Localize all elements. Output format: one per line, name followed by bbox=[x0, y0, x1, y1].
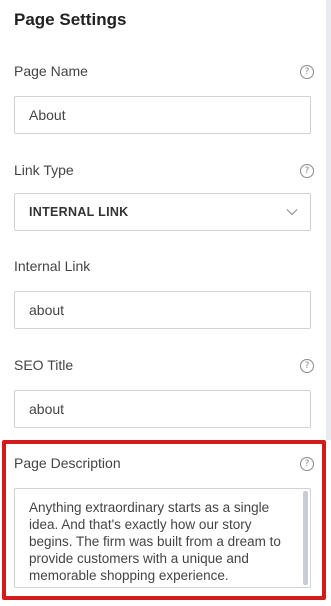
panel-scroll-edge bbox=[326, 0, 331, 440]
seo-title-label: SEO Title bbox=[14, 357, 74, 373]
seo-title-help-icon[interactable]: ? bbox=[300, 359, 314, 373]
page-description-label: Page Description bbox=[14, 455, 121, 471]
page-name-label: Page Name bbox=[14, 63, 88, 79]
link-type-label: Link Type bbox=[14, 162, 74, 178]
page-settings-panel: Page Settings Page Name ? About Link Typ… bbox=[0, 0, 331, 606]
page-name-input[interactable]: About bbox=[14, 96, 311, 134]
internal-link-label: Internal Link bbox=[14, 258, 91, 274]
chevron-down-icon bbox=[286, 209, 298, 216]
link-type-select[interactable]: INTERNAL LINK bbox=[14, 193, 311, 231]
link-type-help-icon[interactable]: ? bbox=[300, 164, 314, 178]
page-name-value: About bbox=[29, 107, 66, 123]
internal-link-value: about bbox=[29, 302, 65, 318]
page-description-help-icon[interactable]: ? bbox=[300, 457, 314, 471]
textarea-scrollbar[interactable] bbox=[303, 491, 308, 585]
page-description-value: Anything extraordinary starts as a singl… bbox=[29, 500, 281, 583]
internal-link-input[interactable]: about bbox=[14, 291, 311, 329]
page-title: Page Settings bbox=[14, 10, 127, 29]
page-name-help-icon[interactable]: ? bbox=[300, 65, 314, 79]
link-type-value: INTERNAL LINK bbox=[29, 205, 129, 219]
seo-title-value: about bbox=[29, 401, 65, 417]
seo-title-input[interactable]: about bbox=[14, 390, 311, 428]
page-description-textarea[interactable]: Anything extraordinary starts as a singl… bbox=[14, 488, 311, 588]
